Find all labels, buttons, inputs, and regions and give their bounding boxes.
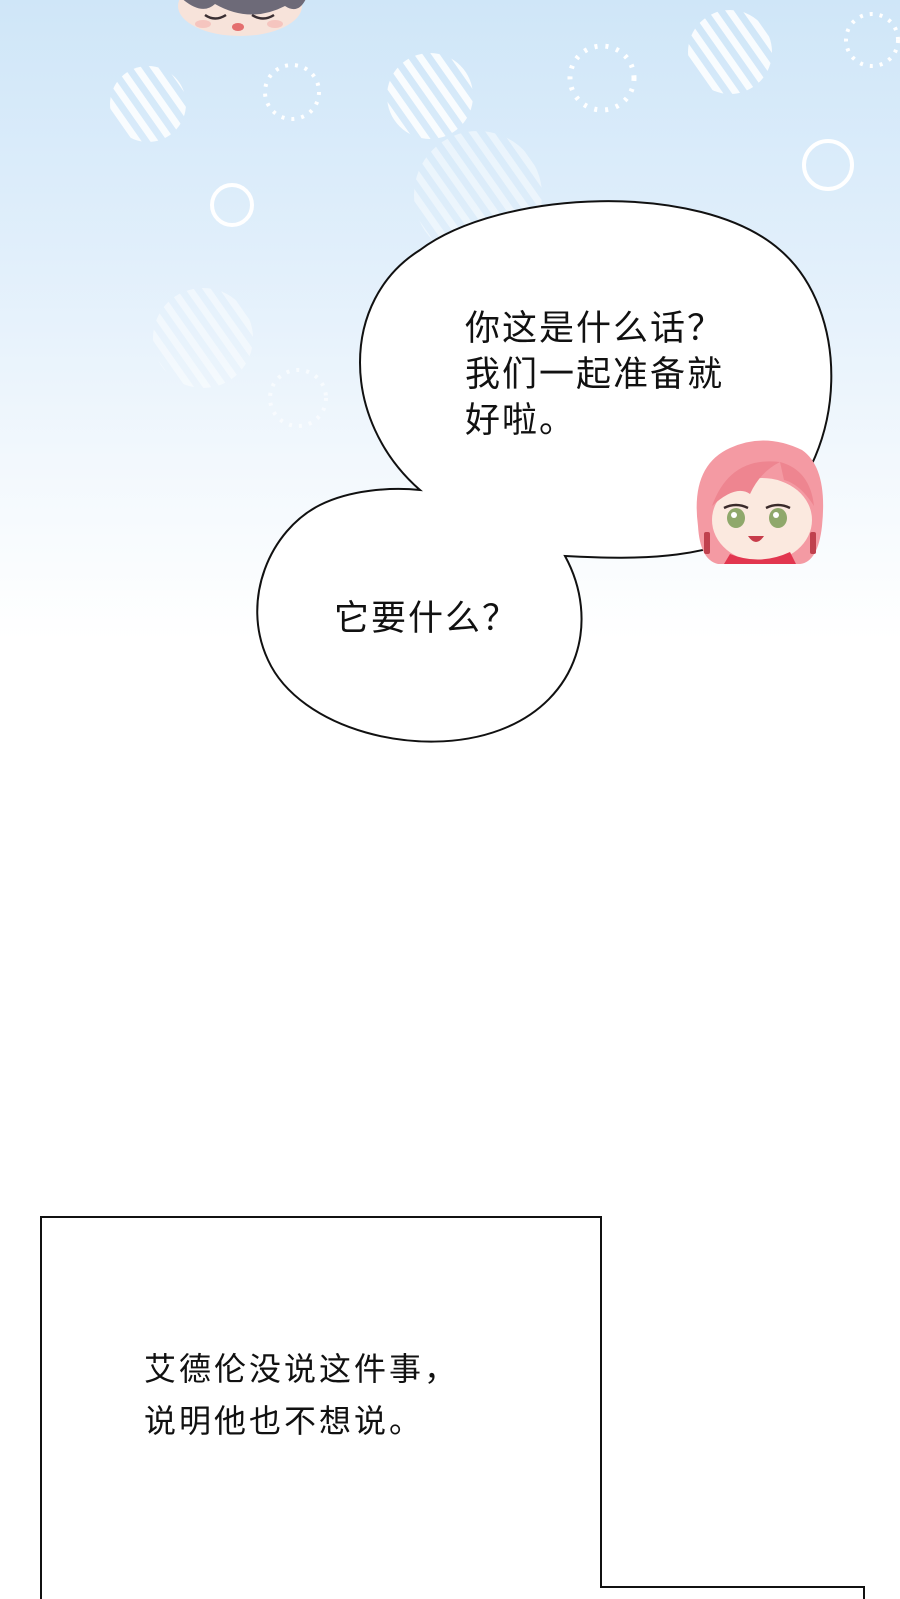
pink-hair-girl-chibi-icon bbox=[696, 440, 824, 564]
narration-text: 艾德伦没说这件事， 说明他也不想说。 bbox=[144, 1350, 460, 1440]
speech-bubble-text-lower: 它要什么？ bbox=[334, 599, 520, 639]
speech-bubble-group bbox=[256, 200, 833, 743]
speech-bubble-text-upper: 你这是什么话？ 我们一起准备就 好啦。 bbox=[465, 309, 725, 441]
